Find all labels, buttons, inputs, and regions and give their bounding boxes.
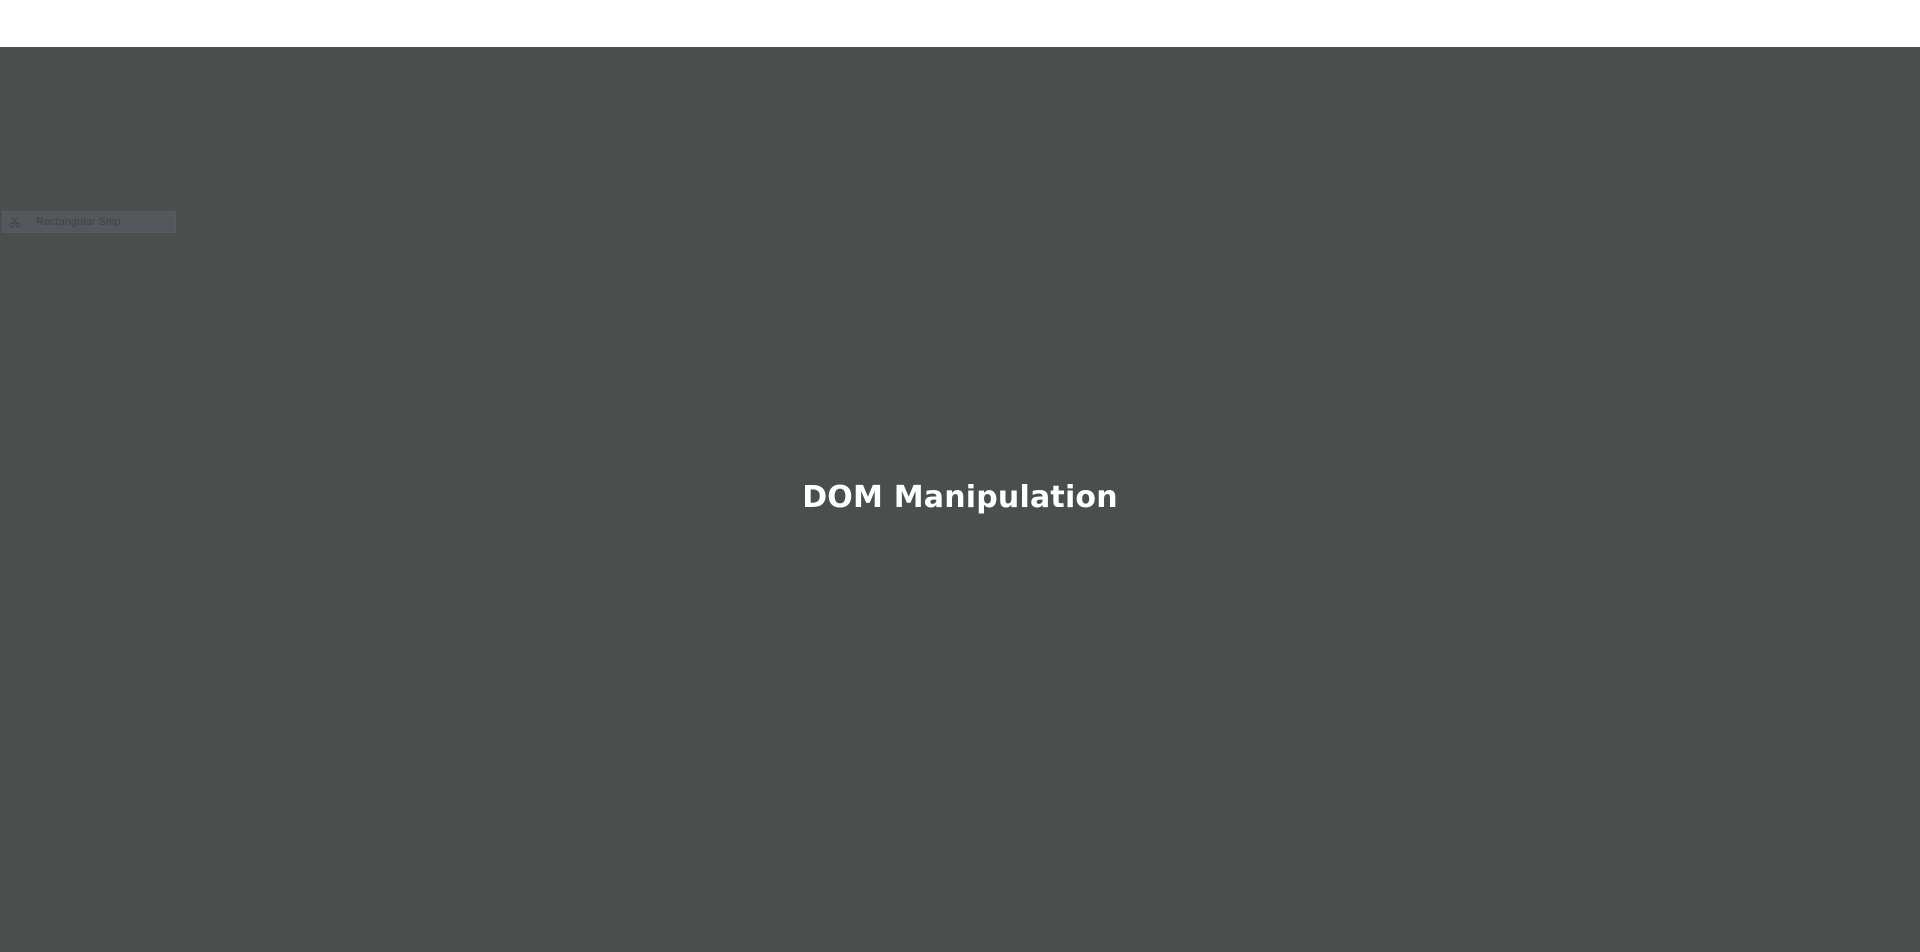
snip-mode-dropdown[interactable]: Rectangular Snip [2, 211, 176, 233]
scissors-icon [6, 213, 24, 231]
page-body: DOM Manipulation Rectangular Snip [0, 47, 1920, 952]
page-heading: DOM Manipulation [802, 480, 1118, 515]
top-white-bar [0, 0, 1920, 47]
snip-mode-label: Rectangular Snip [36, 216, 121, 228]
